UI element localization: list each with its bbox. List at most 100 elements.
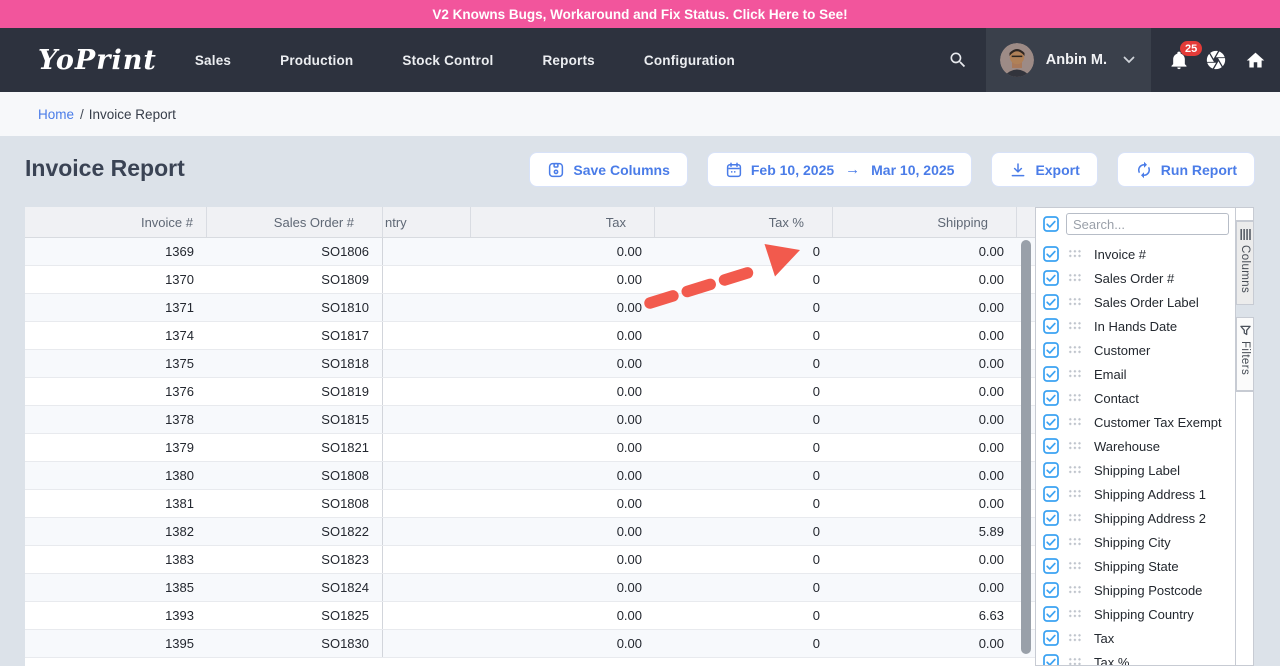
- table-row[interactable]: 1378 SO1815 0.00 0 0.00: [25, 406, 1035, 434]
- checkbox-checked[interactable]: [1043, 342, 1059, 358]
- checkbox-checked[interactable]: [1043, 582, 1059, 598]
- breadcrumb-home-link[interactable]: Home: [38, 107, 74, 122]
- column-toggle-item[interactable]: Shipping City: [1036, 530, 1235, 554]
- table-row[interactable]: 1376 SO1819 0.00 0 0.00: [25, 378, 1035, 406]
- home-icon[interactable]: [1245, 50, 1266, 71]
- col-header-country-clipped[interactable]: ntry: [383, 207, 471, 237]
- drag-handle-icon[interactable]: [1068, 609, 1082, 619]
- column-toggle-item[interactable]: Shipping State: [1036, 554, 1235, 578]
- drag-handle-icon[interactable]: [1068, 369, 1082, 379]
- table-row[interactable]: 1380 SO1808 0.00 0 0.00: [25, 462, 1035, 490]
- column-toggle-item[interactable]: Sales Order #: [1036, 266, 1235, 290]
- table-row[interactable]: 1385 SO1824 0.00 0 0.00: [25, 574, 1035, 602]
- drag-handle-icon[interactable]: [1068, 513, 1082, 523]
- drag-handle-icon[interactable]: [1068, 273, 1082, 283]
- cell-shipping: 0.00: [833, 630, 1017, 657]
- table-row[interactable]: 1374 SO1817 0.00 0 0.00: [25, 322, 1035, 350]
- column-toggle-label: Sales Order Label: [1094, 295, 1199, 310]
- menu-item[interactable]: Configuration: [644, 53, 735, 68]
- save-columns-button[interactable]: Save Columns: [529, 152, 687, 187]
- checkbox-checked[interactable]: [1043, 462, 1059, 478]
- table-vertical-scrollbar[interactable]: [1021, 240, 1031, 654]
- column-toggle-item[interactable]: Shipping Country: [1036, 602, 1235, 626]
- column-toggle-item[interactable]: Tax: [1036, 626, 1235, 650]
- table-row[interactable]: 1381 SO1808 0.00 0 0.00: [25, 490, 1035, 518]
- search-icon[interactable]: [930, 50, 986, 70]
- column-toggle-item[interactable]: Shipping Postcode: [1036, 578, 1235, 602]
- column-toggle-item[interactable]: Email: [1036, 362, 1235, 386]
- column-toggle-item[interactable]: Contact: [1036, 386, 1235, 410]
- table-row[interactable]: 1370 SO1809 0.00 0 0.00: [25, 266, 1035, 294]
- table-row[interactable]: 1382 SO1822 0.00 0 5.89: [25, 518, 1035, 546]
- drag-handle-icon[interactable]: [1068, 465, 1082, 475]
- checkbox-checked[interactable]: [1043, 318, 1059, 334]
- menu-item[interactable]: Production: [280, 53, 353, 68]
- drag-handle-icon[interactable]: [1068, 489, 1082, 499]
- select-all-checkbox[interactable]: [1043, 216, 1059, 232]
- table-row[interactable]: 1393 SO1825 0.00 0 6.63: [25, 602, 1035, 630]
- drag-handle-icon[interactable]: [1068, 345, 1082, 355]
- checkbox-checked[interactable]: [1043, 558, 1059, 574]
- drag-handle-icon[interactable]: [1068, 657, 1082, 666]
- column-toggle-item[interactable]: Shipping Address 2: [1036, 506, 1235, 530]
- tab-columns[interactable]: Columns: [1236, 221, 1254, 305]
- drag-handle-icon[interactable]: [1068, 393, 1082, 403]
- menu-item[interactable]: Reports: [542, 53, 594, 68]
- column-toggle-item[interactable]: Shipping Address 1: [1036, 482, 1235, 506]
- checkbox-checked[interactable]: [1043, 630, 1059, 646]
- tab-filters[interactable]: Filters: [1236, 317, 1254, 391]
- drag-handle-icon[interactable]: [1068, 633, 1082, 643]
- checkbox-checked[interactable]: [1043, 366, 1059, 382]
- col-header-tax-pct[interactable]: Tax %: [655, 207, 833, 237]
- column-toggle-item[interactable]: Warehouse: [1036, 434, 1235, 458]
- col-header-invoice[interactable]: Invoice #: [25, 207, 207, 237]
- menu-item[interactable]: Sales: [195, 53, 231, 68]
- table-row[interactable]: 1383 SO1823 0.00 0 0.00: [25, 546, 1035, 574]
- drag-handle-icon[interactable]: [1068, 537, 1082, 547]
- table-row[interactable]: 1379 SO1821 0.00 0 0.00: [25, 434, 1035, 462]
- table-row[interactable]: 1375 SO1818 0.00 0 0.00: [25, 350, 1035, 378]
- checkbox-checked[interactable]: [1043, 486, 1059, 502]
- checkbox-checked[interactable]: [1043, 606, 1059, 622]
- menu-item[interactable]: Stock Control: [402, 53, 493, 68]
- column-toggle-item[interactable]: Customer Tax Exempt: [1036, 410, 1235, 434]
- chevron-down-icon[interactable]: [1123, 51, 1135, 69]
- checkbox-checked[interactable]: [1043, 246, 1059, 262]
- column-toggle-item[interactable]: In Hands Date: [1036, 314, 1235, 338]
- checkbox-checked[interactable]: [1043, 294, 1059, 310]
- drag-handle-icon[interactable]: [1068, 249, 1082, 259]
- drag-handle-icon[interactable]: [1068, 441, 1082, 451]
- col-header-shipping[interactable]: Shipping: [833, 207, 1017, 237]
- notifications-bell-icon[interactable]: 25: [1169, 50, 1189, 70]
- column-toggle-item[interactable]: Shipping Label: [1036, 458, 1235, 482]
- column-toggle-item[interactable]: Customer: [1036, 338, 1235, 362]
- checkbox-checked[interactable]: [1043, 534, 1059, 550]
- table-row[interactable]: 1395 SO1830 0.00 0 0.00: [25, 630, 1035, 658]
- date-range-button[interactable]: Feb 10, 2025 → Mar 10, 2025: [707, 152, 973, 187]
- drag-handle-icon[interactable]: [1068, 321, 1082, 331]
- run-report-button[interactable]: Run Report: [1117, 152, 1255, 187]
- drag-handle-icon[interactable]: [1068, 297, 1082, 307]
- checkbox-checked[interactable]: [1043, 510, 1059, 526]
- table-row[interactable]: 1369 SO1806 0.00 0 0.00: [25, 238, 1035, 266]
- columns-search-input[interactable]: [1066, 213, 1229, 235]
- announcement-banner[interactable]: V2 Knowns Bugs, Workaround and Fix Statu…: [0, 0, 1280, 28]
- column-toggle-item[interactable]: Tax %: [1036, 650, 1235, 666]
- checkbox-checked[interactable]: [1043, 654, 1059, 666]
- checkbox-checked[interactable]: [1043, 414, 1059, 430]
- checkbox-checked[interactable]: [1043, 438, 1059, 454]
- col-header-sales-order[interactable]: Sales Order #: [207, 207, 383, 237]
- camera-iris-icon[interactable]: [1205, 49, 1227, 71]
- export-button[interactable]: Export: [991, 152, 1097, 187]
- drag-handle-icon[interactable]: [1068, 561, 1082, 571]
- column-toggle-item[interactable]: Invoice #: [1036, 242, 1235, 266]
- column-toggle-item[interactable]: Sales Order Label: [1036, 290, 1235, 314]
- table-row[interactable]: 1371 SO1810 0.00 0 0.00: [25, 294, 1035, 322]
- checkbox-checked[interactable]: [1043, 270, 1059, 286]
- checkbox-checked[interactable]: [1043, 390, 1059, 406]
- col-header-tax[interactable]: Tax: [471, 207, 655, 237]
- drag-handle-icon[interactable]: [1068, 585, 1082, 595]
- drag-handle-icon[interactable]: [1068, 417, 1082, 427]
- user-menu[interactable]: Anbin M.: [986, 28, 1151, 92]
- yoprint-logo[interactable]: YoPrint: [38, 45, 157, 76]
